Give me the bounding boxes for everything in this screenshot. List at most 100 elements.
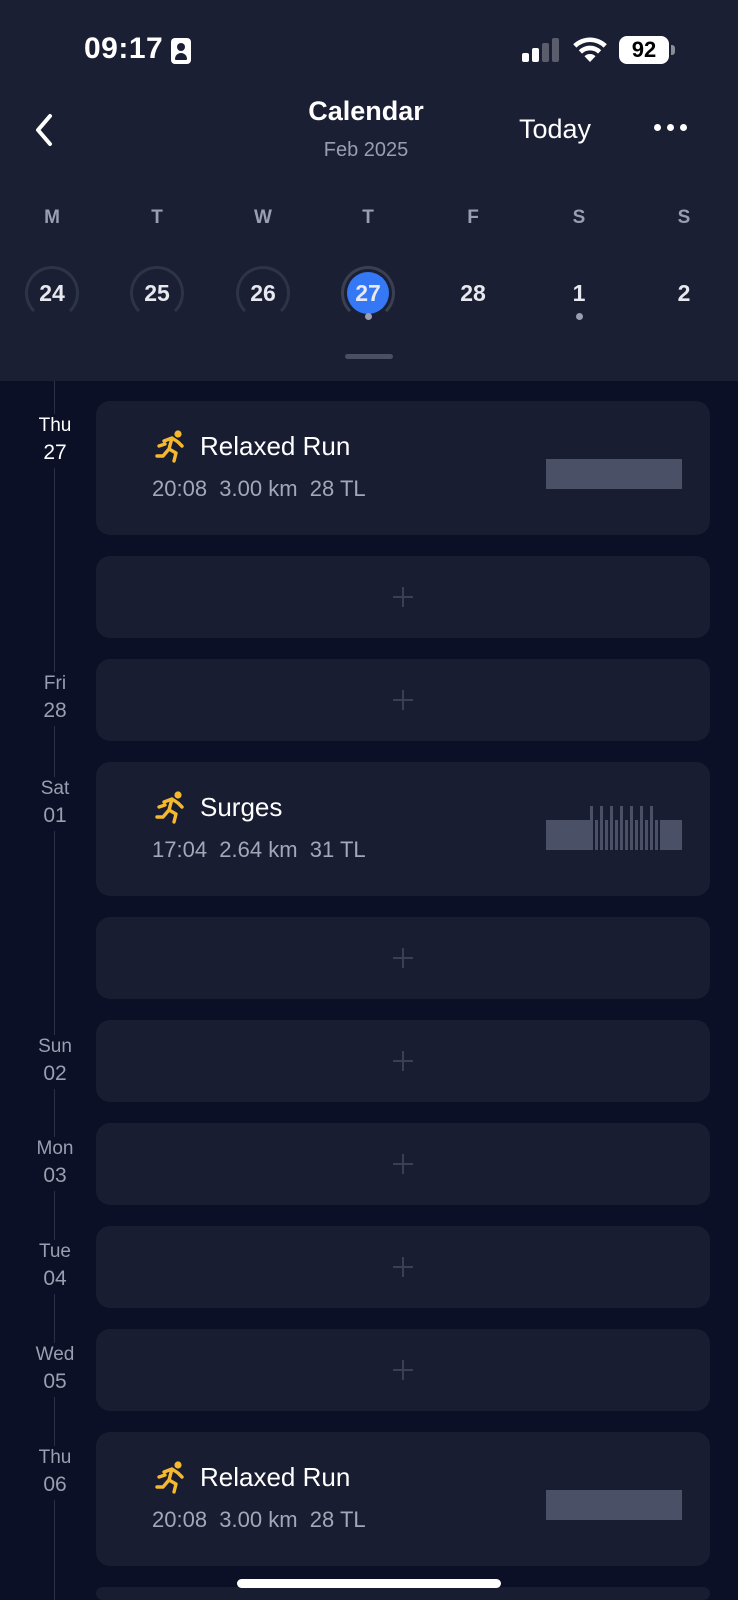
timeline-weekday: Mon [36, 1138, 74, 1159]
week-day-1[interactable]: 1 [552, 266, 606, 320]
week-day-2[interactable]: 2 [657, 266, 711, 320]
timeline-date: 03 [43, 1164, 67, 1187]
week-day-28[interactable]: 28 [446, 266, 500, 320]
add-workout-button[interactable] [96, 556, 710, 638]
drag-handle[interactable] [345, 354, 393, 359]
month-label: Feb 2025 [323, 139, 409, 161]
day-number: 28 [460, 280, 486, 306]
intensity-profile [546, 1490, 682, 1520]
timeline-weekday: Wed [35, 1344, 75, 1365]
more-options-icon[interactable] [650, 118, 690, 138]
cellular-signal-icon [522, 38, 562, 62]
battery-icon: 92 [619, 36, 669, 64]
plus-icon [393, 1360, 413, 1380]
workout-card[interactable]: Relaxed Run 20:08 3.00 km 28 TL [96, 401, 710, 535]
timeline-day-label: Thu 27 [20, 414, 90, 468]
plus-icon [393, 1051, 413, 1071]
workout-load: 28 TL [309, 1507, 366, 1532]
workout-time: 20:08 [152, 1507, 208, 1532]
workout-title: Relaxed Run [200, 431, 351, 461]
workout-title: Surges [200, 792, 283, 822]
day-number: 1 [572, 280, 586, 306]
timeline-day-label: Tue 04 [20, 1240, 90, 1294]
running-icon [155, 430, 184, 463]
workout-card[interactable]: Surges 17:04 2.64 km 31 TL [96, 762, 710, 896]
timeline-day-label: Thu 06 [20, 1446, 90, 1500]
timeline-date: 05 [43, 1370, 67, 1393]
plus-icon [393, 948, 413, 968]
weekday-label: T [362, 207, 374, 228]
plus-icon [393, 690, 413, 710]
day-number: 27 [355, 280, 381, 306]
workout-time: 20:08 [152, 476, 208, 501]
workout-time: 17:04 [152, 837, 208, 862]
battery-level: 92 [631, 37, 657, 62]
timeline-day-label: Fri 28 [20, 672, 90, 726]
weekday-label: W [254, 207, 272, 228]
week-day-26[interactable]: 26 [236, 266, 290, 320]
wifi-icon [573, 37, 607, 62]
timeline-weekday: Thu [38, 415, 72, 436]
timeline-date: 27 [43, 441, 67, 464]
workout-stats: 17:04 2.64 km 31 TL [152, 837, 366, 863]
home-indicator[interactable] [237, 1579, 501, 1588]
timeline-date: 02 [43, 1062, 67, 1085]
plus-icon [393, 1154, 413, 1174]
weekday-label: S [677, 207, 691, 228]
running-icon [155, 791, 184, 824]
workout-load: 28 TL [309, 476, 366, 501]
contact-card-icon [171, 38, 191, 64]
timeline-date: 06 [43, 1473, 67, 1496]
workout-distance: 2.64 km [219, 837, 298, 862]
status-time: 09:17 [84, 32, 164, 65]
workout-distance: 3.00 km [219, 1507, 298, 1532]
page-title: Calendar [308, 96, 424, 126]
timeline-day-label: Mon 03 [20, 1137, 90, 1191]
workout-title: Relaxed Run [200, 1462, 351, 1492]
week-day-25[interactable]: 25 [130, 266, 184, 320]
day-number: 2 [677, 280, 691, 306]
battery-nub [671, 45, 675, 55]
week-day-27-selected[interactable]: 27 [341, 266, 395, 320]
timeline-weekday: Sat [40, 778, 70, 799]
intensity-profile [546, 806, 682, 850]
plus-icon [393, 587, 413, 607]
intensity-profile [546, 459, 682, 489]
week-day-24[interactable]: 24 [25, 266, 79, 320]
timeline-date: 04 [43, 1267, 67, 1290]
weekday-label: F [467, 207, 479, 228]
workout-stats: 20:08 3.00 km 28 TL [152, 1507, 366, 1533]
add-workout-button[interactable] [96, 1329, 710, 1411]
workout-dot [575, 313, 583, 320]
add-workout-button[interactable] [96, 1123, 710, 1205]
timeline-weekday: Sun [38, 1036, 72, 1057]
weekday-label: T [151, 207, 163, 228]
weekday-label: M [44, 207, 60, 228]
timeline-weekday: Fri [43, 673, 67, 694]
timeline-date: 01 [43, 804, 67, 827]
timeline-day-label: Wed 05 [20, 1343, 90, 1397]
weekday-label: S [572, 207, 586, 228]
add-workout-button[interactable] [96, 1020, 710, 1102]
timeline-day-label: Sun 02 [20, 1035, 90, 1089]
workout-card[interactable]: Relaxed Run 20:08 3.00 km 28 TL [96, 1432, 710, 1566]
day-number: 26 [250, 280, 276, 306]
next-card-partial[interactable] [96, 1587, 710, 1600]
workout-stats: 20:08 3.00 km 28 TL [152, 476, 366, 502]
day-number: 25 [144, 280, 170, 306]
timeline-day-label: Sat 01 [20, 777, 90, 831]
running-icon [155, 1461, 184, 1494]
timeline-weekday: Thu [38, 1447, 72, 1468]
workout-dot [364, 313, 372, 320]
timeline-line [54, 381, 55, 1600]
timeline-weekday: Tue [38, 1241, 72, 1262]
today-button[interactable]: Today [519, 114, 591, 145]
timeline-date: 28 [43, 699, 67, 722]
add-workout-button[interactable] [96, 659, 710, 741]
add-workout-button[interactable] [96, 917, 710, 999]
calendar-header: 09:17 92 Calendar Feb 2025 Today M T W T… [0, 0, 738, 381]
day-number: 24 [39, 280, 65, 306]
plus-icon [393, 1257, 413, 1277]
workout-load: 31 TL [309, 837, 366, 862]
add-workout-button[interactable] [96, 1226, 710, 1308]
